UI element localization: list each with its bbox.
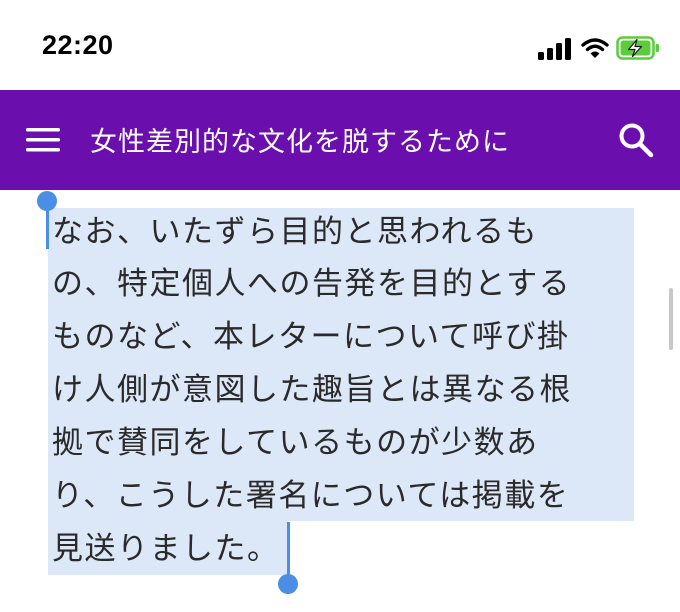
- text-line-7[interactable]: 見送りました。: [52, 529, 280, 569]
- page-title: 女性差別的な文化を脱するために: [90, 127, 510, 158]
- text-line-3[interactable]: ものなど、本レターについて呼び掛: [52, 317, 570, 357]
- signal-icon: [538, 38, 571, 60]
- scroll-indicator: [669, 288, 673, 350]
- wifi-icon: [581, 38, 609, 58]
- status-bar: 22:20: [0, 0, 680, 90]
- text-line-6[interactable]: り、こうした署名については掲載を: [52, 476, 569, 516]
- text-line-2[interactable]: の、特定個人への告発を目的とする: [52, 264, 571, 304]
- selection-end-caret: [287, 522, 290, 578]
- status-time: 22:20: [42, 30, 114, 60]
- battery-charging-icon: [616, 36, 659, 60]
- article-content: なお、いたずら目的と思われるも の、特定個人への告発を目的とする ものなど、本レ…: [0, 190, 680, 612]
- selection-end-handle[interactable]: [278, 574, 298, 594]
- menu-icon[interactable]: [26, 126, 60, 154]
- text-line-5[interactable]: 拠で賛同をしているものが少数あ: [52, 423, 539, 463]
- text-line-1[interactable]: なお、いたずら目的と思われるも: [52, 212, 538, 252]
- selection-start-caret: [46, 205, 49, 249]
- text-selection-highlight: [48, 208, 634, 521]
- app-bar: 女性差別的な文化を脱するために: [0, 90, 680, 190]
- search-icon[interactable]: [618, 122, 654, 158]
- text-line-4[interactable]: け人側が意図した趣旨とは異なる根: [52, 370, 572, 410]
